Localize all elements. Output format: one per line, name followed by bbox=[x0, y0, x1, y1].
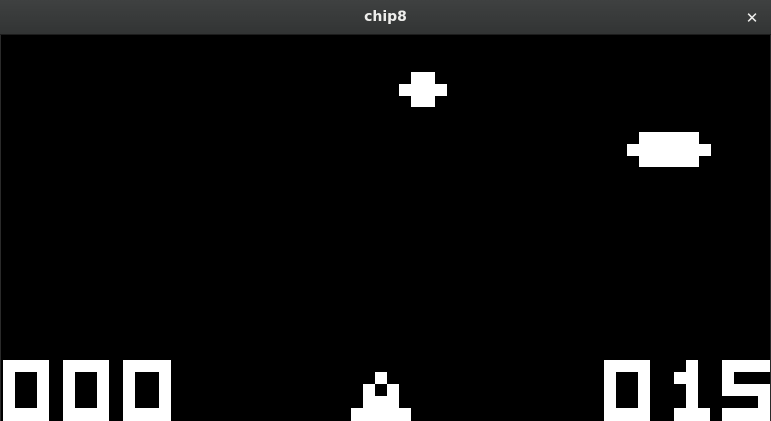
title-bar[interactable]: chip8 ✕ bbox=[0, 0, 771, 35]
close-icon[interactable]: ✕ bbox=[746, 9, 759, 27]
game-display bbox=[0, 35, 771, 421]
ufo-large-sprite bbox=[627, 132, 711, 167]
score-left-digit-0 bbox=[3, 360, 49, 421]
score-right-digit-2 bbox=[722, 360, 770, 421]
close-button[interactable]: ✕ bbox=[741, 7, 763, 29]
score-right-digit-0 bbox=[604, 360, 650, 421]
chip8-window: chip8 ✕ bbox=[0, 0, 771, 421]
window-title: chip8 bbox=[364, 9, 407, 25]
score-left-digit-1 bbox=[63, 360, 109, 421]
score-right bbox=[604, 360, 770, 421]
score-left bbox=[3, 360, 171, 421]
display-canvas bbox=[3, 72, 770, 421]
score-right-digit-1 bbox=[674, 360, 710, 421]
score-left-digit-2 bbox=[123, 360, 171, 421]
ufo-small-sprite bbox=[399, 72, 447, 107]
player-cannon-sprite bbox=[351, 372, 411, 421]
